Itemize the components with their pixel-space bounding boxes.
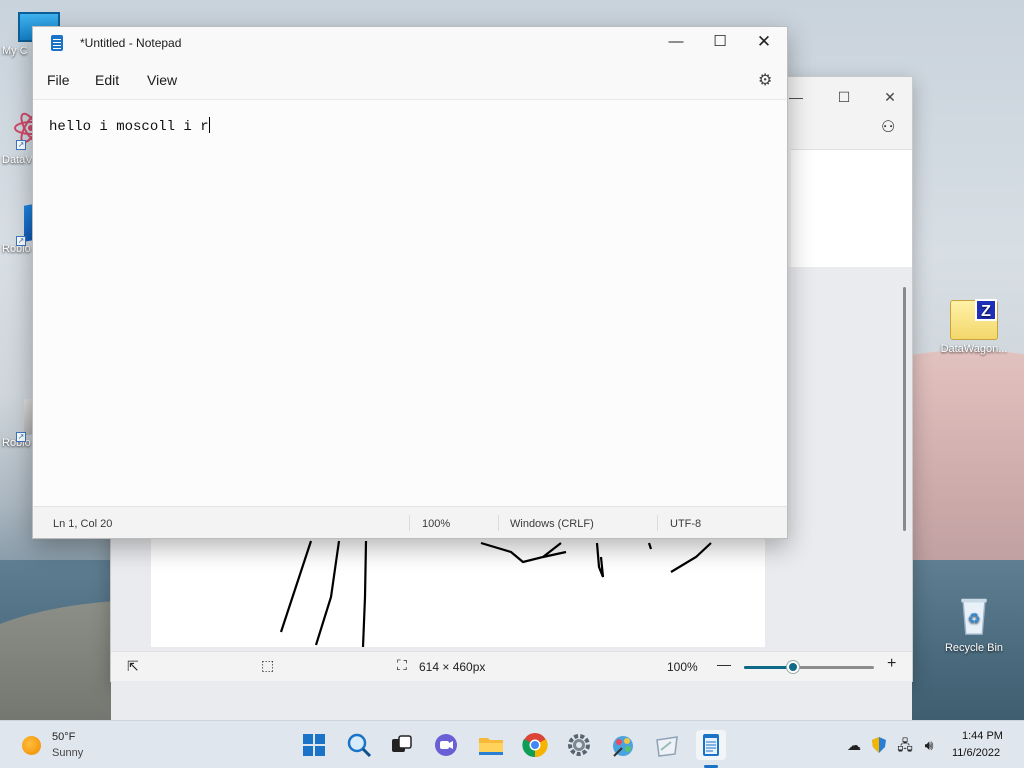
paint-status-bar: ⇱ ⬚ ⛶ 614 × 460px 100% — + xyxy=(111,651,912,681)
desktop-icon-recycle-bin[interactable]: ♻ Recycle Bin xyxy=(937,596,1011,654)
security-shield-icon[interactable] xyxy=(870,736,888,754)
zoom-slider-thumb[interactable] xyxy=(787,661,799,673)
search-icon[interactable] xyxy=(344,730,374,760)
menu-view[interactable]: View xyxy=(147,72,177,88)
settings-icon[interactable] xyxy=(564,730,594,760)
paint-vertical-scrollbar[interactable] xyxy=(903,287,906,531)
minimize-button[interactable]: — xyxy=(653,27,699,57)
line-ending: Windows (CRLF) xyxy=(510,518,594,530)
start-icon[interactable] xyxy=(299,730,329,760)
paint-ribbon-panel xyxy=(791,149,912,267)
maximize-button[interactable]: ☐ xyxy=(697,27,743,57)
status-separator xyxy=(498,515,499,531)
status-separator xyxy=(409,515,410,531)
zip-folder-icon: Z xyxy=(950,299,998,340)
menu-file[interactable]: File xyxy=(47,72,70,88)
weather-sun-icon[interactable] xyxy=(22,736,41,755)
task-view-icon[interactable] xyxy=(386,730,416,760)
desktop-icon-label: Recycle Bin xyxy=(944,642,1004,654)
svg-text:♻: ♻ xyxy=(967,611,980,627)
cursor-position: Ln 1, Col 20 xyxy=(53,518,113,530)
app-icon[interactable] xyxy=(608,730,638,760)
editor-text[interactable]: hello i moscoll i r xyxy=(49,117,210,135)
weather-description[interactable]: Sunny xyxy=(52,747,83,759)
chrome-icon[interactable] xyxy=(520,730,550,760)
close-button[interactable]: ✕ xyxy=(741,27,787,57)
clock-time[interactable]: 1:44 PM xyxy=(962,730,1003,742)
editor-content: hello i moscoll i r xyxy=(49,119,209,135)
zoom-slider-fill xyxy=(744,666,793,669)
chat-icon[interactable] xyxy=(431,730,461,760)
notepad-icon[interactable] xyxy=(696,730,726,760)
selection-icon: ⬚ xyxy=(261,657,275,673)
notepad-window[interactable]: *Untitled - Notepad — ☐ ✕ File Edit View… xyxy=(32,26,788,539)
paint-share-icon[interactable]: ⚇ xyxy=(881,117,895,137)
notepad-app-icon xyxy=(51,35,63,51)
shortcut-arrow-icon: ↗ xyxy=(16,140,26,150)
status-separator xyxy=(657,515,658,531)
desktop-icon-label: DataWagon... xyxy=(940,343,1008,355)
paint-zoom-slider[interactable] xyxy=(744,661,874,673)
canvas-size-icon: ⛶ xyxy=(397,657,407,673)
settings-gear-icon[interactable]: ⚙ xyxy=(758,70,772,90)
paint-maximize-button[interactable]: ☐ xyxy=(821,83,867,111)
zoom-in-button[interactable]: + xyxy=(887,655,896,673)
window-title: *Untitled - Notepad xyxy=(80,36,182,50)
menu-bar: File Edit View xyxy=(33,61,787,97)
clock-date[interactable]: 11/6/2022 xyxy=(952,747,1000,759)
paint-canvas-size: 614 × 460px xyxy=(419,660,486,674)
weather-temperature[interactable]: 50°F xyxy=(52,731,75,743)
menu-edit[interactable]: Edit xyxy=(95,72,119,88)
volume-icon[interactable]: 🔊︎ xyxy=(920,736,938,754)
pointer-icon: ⇱ xyxy=(127,658,139,674)
taskbar: 50°F Sunny ☁ 🖧 🔊︎ 1:44 PM 11/6/2022 xyxy=(0,720,1024,768)
encoding: UTF-8 xyxy=(670,518,702,530)
paint-icon[interactable] xyxy=(652,730,682,760)
shortcut-arrow-icon: ↗ xyxy=(16,236,26,246)
notepad-title-bar[interactable]: *Untitled - Notepad — ☐ ✕ xyxy=(33,27,787,59)
file-explorer-icon[interactable] xyxy=(476,730,506,760)
network-icon[interactable]: 🖧 xyxy=(896,736,914,754)
paint-close-button[interactable]: ✕ xyxy=(867,83,913,111)
onedrive-offline-icon[interactable]: ☁ xyxy=(845,736,863,754)
paint-zoom-level: 100% xyxy=(667,660,698,674)
text-caret xyxy=(208,117,210,133)
text-editor[interactable]: hello i moscoll i r xyxy=(33,99,787,507)
shortcut-arrow-icon: ↗ xyxy=(16,432,26,442)
notepad-status-bar: Ln 1, Col 20 100% Windows (CRLF) UTF-8 xyxy=(33,506,787,538)
zoom-level: 100% xyxy=(422,518,451,530)
desktop-icon-datawagon[interactable]: Z DataWagon... xyxy=(937,299,1011,355)
zoom-out-button[interactable]: — xyxy=(717,656,731,672)
recycle-bin-icon: ♻ xyxy=(961,598,987,635)
